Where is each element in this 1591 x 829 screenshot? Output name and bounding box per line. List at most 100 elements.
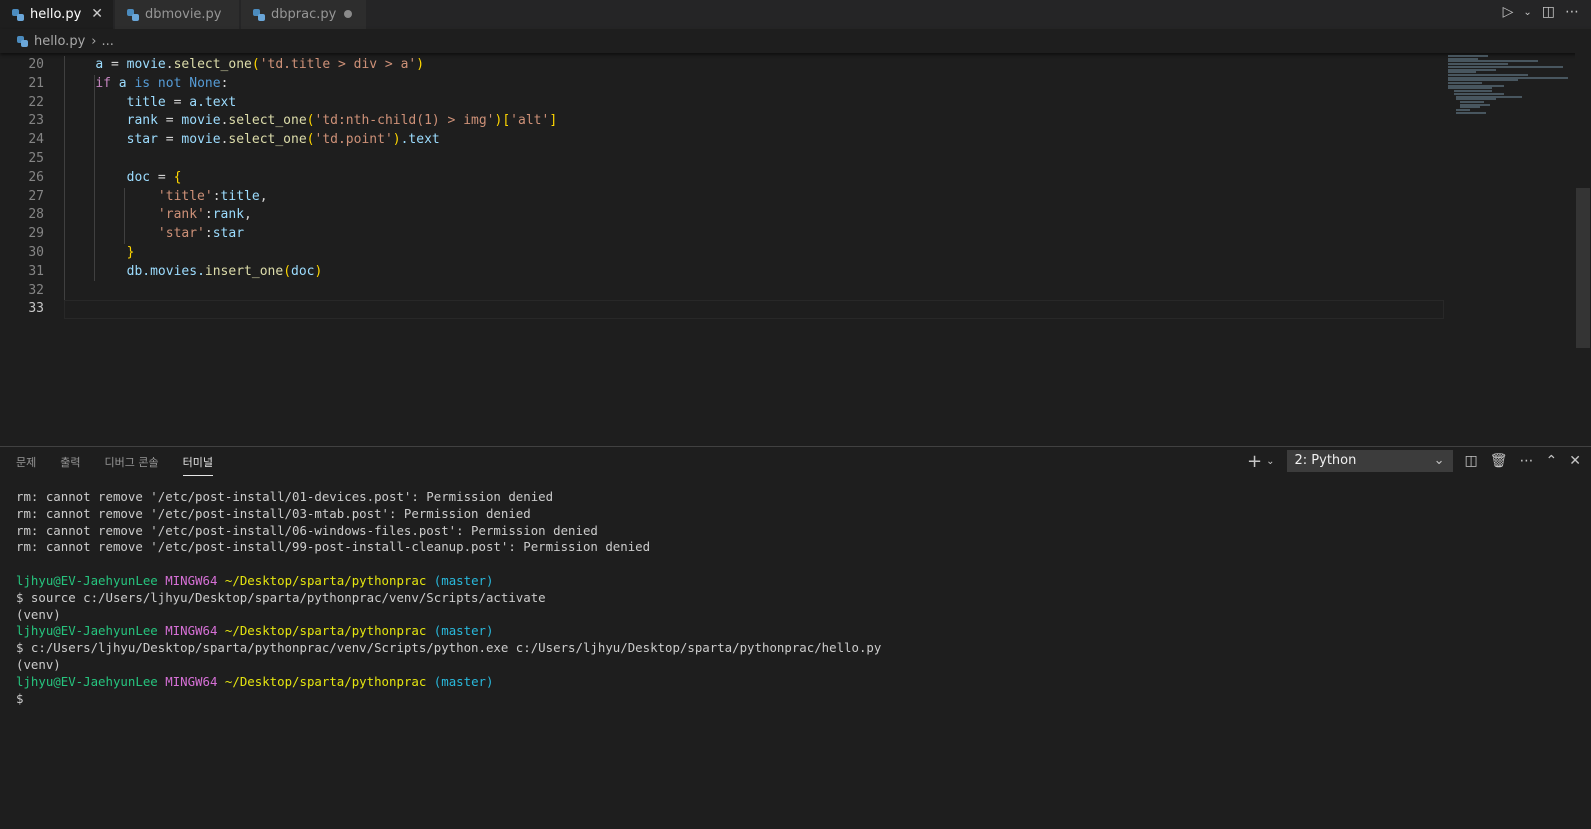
code-line[interactable]: 'star':star	[64, 225, 1444, 244]
current-code-line[interactable]	[64, 300, 1444, 319]
line-number: 29	[28, 226, 44, 242]
terminal-line: $ source c:/Users/ljhyu/Desktop/sparta/p…	[16, 589, 546, 605]
maximize-panel-icon[interactable]: ⌃	[1546, 453, 1558, 469]
tab-hello-py[interactable]: hello.py ✕	[0, 0, 113, 29]
run-icon[interactable]: ▷	[1503, 4, 1514, 20]
line-number: 32	[28, 282, 44, 298]
bottom-panel: 문제 출력 디버그 콘솔 터미널 + ⌄ 2: Python ⌄ ◫ 🗑 ⋯ ⌃…	[0, 446, 1591, 829]
terminal-line: rm: cannot remove '/etc/post-install/01-…	[16, 489, 554, 504]
code-line[interactable]: db.movies.insert_one(doc)	[64, 263, 1444, 282]
terminal-line: rm: cannot remove '/etc/post-install/03-…	[16, 505, 531, 521]
split-editor-icon[interactable]: ◫	[1542, 4, 1555, 20]
trash-icon[interactable]: 🗑	[1490, 453, 1508, 469]
editor-actions: ▷ ⌄ ◫ ⋯	[1503, 4, 1579, 20]
minimap-line	[1448, 63, 1508, 66]
code-line[interactable]: 'title':title,	[64, 188, 1444, 207]
more-actions-icon[interactable]: ⋯	[1520, 453, 1534, 469]
breadcrumb: hello.py › ...	[0, 29, 1591, 53]
minimap-line	[1448, 79, 1518, 82]
close-panel-icon[interactable]: ✕	[1569, 453, 1581, 469]
breadcrumb-file[interactable]: hello.py	[34, 34, 85, 49]
terminal-line: (venv)	[16, 606, 61, 622]
minimap-line	[1448, 57, 1478, 60]
code-line[interactable]: rank = movie.select_one('td:nth-child(1)…	[64, 112, 1444, 131]
editor-scroll-thumb[interactable]	[1576, 188, 1590, 348]
minimap-line	[1448, 73, 1528, 76]
breadcrumb-more[interactable]: ...	[101, 34, 113, 49]
minimap-line	[1448, 84, 1504, 87]
tab-label: dbprac.py	[271, 7, 337, 22]
code-line[interactable]: title = a.text	[64, 94, 1444, 113]
line-number: 21	[28, 75, 44, 91]
terminal-prompt-line: ljhyu@EV-JaehyunLee MINGW64 ~/Desktop/sp…	[16, 673, 494, 689]
line-number: 33	[28, 301, 44, 317]
code-line[interactable]: doc = {	[64, 169, 1444, 188]
line-number: 24	[28, 132, 44, 148]
terminal-line: rm: cannot remove '/etc/post-install/99-…	[16, 539, 651, 555]
tab-label: hello.py	[30, 7, 82, 22]
terminal-output[interactable]: rm: cannot remove '/etc/post-install/01-…	[16, 489, 1576, 707]
new-terminal-icon[interactable]: +	[1247, 451, 1262, 472]
tab-dbmovie-py[interactable]: dbmovie.py	[115, 0, 239, 29]
line-number: 31	[28, 263, 44, 279]
line-number: 28	[28, 207, 44, 223]
minimap-line	[1454, 92, 1504, 95]
line-number: 22	[28, 94, 44, 110]
terminal-line: (venv)	[16, 656, 61, 672]
minimap-line	[1448, 68, 1496, 71]
minimap-line	[1460, 106, 1480, 109]
minimap-line	[1448, 87, 1492, 90]
split-terminal-icon[interactable]: ◫	[1465, 453, 1478, 469]
python-file-icon	[253, 8, 265, 21]
breadcrumb-separator: ›	[91, 33, 97, 49]
code-line[interactable]	[64, 150, 1444, 169]
terminal-prompt-line: ljhyu@EV-JaehyunLee MINGW64 ~/Desktop/sp…	[16, 623, 494, 639]
tab-problems[interactable]: 문제	[16, 451, 36, 475]
code-lines[interactable]: a = movie.select_one('td.title > div > a…	[64, 56, 1444, 319]
line-number-gutter: 20 21 22 23 24 25 26 27 28 29 30 31 32 33	[0, 56, 44, 319]
line-number: 30	[28, 244, 44, 260]
terminal-prompt-line: ljhyu@EV-JaehyunLee MINGW64 ~/Desktop/sp…	[16, 572, 494, 588]
minimap-line	[1448, 82, 1482, 84]
terminal-line: $ c:/Users/ljhyu/Desktop/sparta/pythonpr…	[16, 640, 882, 656]
chevron-down-icon: ⌄	[1433, 453, 1445, 468]
tab-dbprac-py[interactable]: dbprac.py	[241, 0, 366, 29]
chevron-down-icon[interactable]: ⌄	[1266, 456, 1274, 467]
tab-debug-console[interactable]: 디버그 콘솔	[105, 451, 159, 475]
code-line[interactable]: star = movie.select_one('td.point').text	[64, 131, 1444, 150]
terminal-line: rm: cannot remove '/etc/post-install/06-…	[16, 522, 598, 538]
panel-tabs: 문제 출력 디버그 콘솔 터미널	[16, 451, 237, 476]
chevron-down-icon[interactable]: ⌄	[1523, 7, 1531, 18]
code-line[interactable]: }	[64, 244, 1444, 263]
minimap-line	[1456, 95, 1522, 98]
tab-terminal[interactable]: 터미널	[182, 451, 213, 476]
terminal-select[interactable]: 2: Python ⌄	[1286, 450, 1453, 472]
close-icon[interactable]: ✕	[91, 6, 103, 22]
more-actions-icon[interactable]: ⋯	[1565, 4, 1579, 20]
code-line[interactable]	[64, 282, 1444, 301]
line-number: 26	[28, 169, 44, 185]
line-number: 25	[28, 150, 44, 166]
editor-tab-bar: hello.py ✕ dbmovie.py dbprac.py ▷ ⌄ ◫ ⋯	[0, 0, 1591, 29]
code-line[interactable]: if a is not None:	[64, 75, 1444, 94]
terminal-select-value: 2: Python	[1294, 453, 1357, 468]
minimap[interactable]	[1444, 53, 1568, 446]
line-number: 23	[28, 113, 44, 129]
tab-output[interactable]: 출력	[60, 451, 80, 475]
python-file-icon	[127, 8, 139, 21]
code-line[interactable]: 'rank':rank,	[64, 206, 1444, 225]
minimap-line	[1456, 98, 1496, 101]
terminal-input-line[interactable]: $	[16, 691, 1576, 708]
tab-label: dbmovie.py	[145, 7, 222, 22]
minimap-line	[1456, 109, 1470, 111]
minimap-line	[1448, 55, 1488, 57]
minimap-line	[1454, 90, 1492, 93]
minimap-line	[1456, 111, 1486, 114]
minimap-line	[1448, 71, 1476, 74]
unsaved-dot-icon[interactable]	[344, 10, 352, 18]
minimap-line	[1460, 103, 1490, 106]
code-editor[interactable]: 20 21 22 23 24 25 26 27 28 29 30 31 32 33 a = movie.s…	[0, 53, 1591, 446]
panel-actions: + ⌄ 2: Python ⌄ ◫ 🗑 ⋯ ⌃ ✕	[1247, 450, 1581, 472]
code-line[interactable]: a = movie.select_one('td.title > div > a…	[64, 56, 1444, 75]
